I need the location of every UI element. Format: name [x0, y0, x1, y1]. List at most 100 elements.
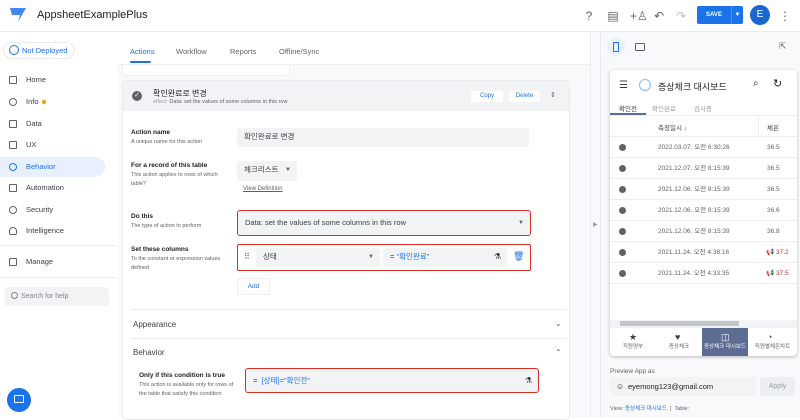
menu-icon[interactable]: ☰: [619, 80, 628, 91]
apply-button[interactable]: Apply: [760, 377, 795, 396]
table-row[interactable]: 2021.12.06. 오전 8:15:39 36.6: [610, 200, 797, 221]
tablet-view-icon[interactable]: [635, 43, 645, 51]
sidebar-item-home[interactable]: Home: [0, 70, 105, 90]
more-vert-icon[interactable]: ⋮: [778, 9, 792, 23]
row-temp: 36.5: [767, 165, 780, 172]
table-row[interactable]: 2021.12.07. 오전 8:15:39 36.5: [610, 158, 797, 179]
deploy-status-button[interactable]: Not Deployed: [3, 42, 75, 59]
search-placeholder: Search for help: [21, 293, 69, 300]
sidebar-item-behavior[interactable]: Behavior: [0, 157, 105, 177]
value-expression-input[interactable]: = "확인완료" ⚗: [383, 248, 507, 267]
sidebar-item-info[interactable]: Info: [0, 92, 105, 112]
avatar[interactable]: E: [750, 5, 770, 25]
preview-tab-2[interactable]: 검사중: [694, 103, 712, 113]
expression-text: "확인완료": [396, 252, 430, 261]
tab-workflow[interactable]: Workflow: [176, 47, 207, 56]
undo-icon[interactable]: ↶: [652, 9, 666, 23]
separator: |: [669, 406, 672, 412]
row-date: 2021.12.07. 오전 8:15:39: [658, 165, 730, 172]
alert-megaphone-icon: 📢: [766, 249, 775, 256]
chevron-down-icon[interactable]: ⌄: [555, 319, 562, 328]
bottom-nav-item[interactable]: ♥ 증상체크: [656, 328, 702, 356]
column-header-date[interactable]: 측정일시 ↓: [658, 122, 687, 132]
row-date: 2021.11.24. 오전 4:38:16: [658, 249, 730, 256]
drag-handle-icon[interactable]: ⠿: [244, 252, 250, 261]
star-icon: ★: [629, 332, 638, 342]
table-row[interactable]: 2022.03.07. 오전 6:30:26 36.5: [610, 137, 797, 158]
equals-sign: =: [253, 376, 258, 385]
do-this-select[interactable]: Data: set the values of some columns in …: [237, 210, 531, 236]
bottom-nav-item-active[interactable]: ◫ 증상체크 대시보드: [702, 328, 748, 356]
condition-expression-input[interactable]: = [상태]="확인전" ⚗: [245, 368, 539, 393]
table-label: Table:: [674, 406, 690, 412]
delete-column-icon[interactable]: 🗑: [513, 251, 524, 262]
add-column-button[interactable]: Add: [237, 278, 270, 295]
bottom-nav-item[interactable]: ◔ 직원별체온차트: [748, 328, 797, 356]
expression-flask-icon[interactable]: ⚗: [525, 369, 532, 392]
action-card-header[interactable]: ✓ 확인완료로 변경 effect: Data: set the values …: [123, 81, 569, 111]
row-date: 2022.03.07. 오전 6:30:26: [658, 144, 730, 151]
horizontal-scrollbar[interactable]: [610, 320, 797, 327]
preview-tab-1[interactable]: 확인완료: [652, 103, 676, 113]
tab-offline-sync[interactable]: Offline/Sync: [279, 47, 319, 56]
tab-actions[interactable]: Actions: [130, 47, 155, 56]
chat-icon: [14, 395, 24, 403]
sidebar-item-ux[interactable]: UX: [0, 135, 105, 155]
panel-resize-handle[interactable]: ▶: [590, 32, 601, 417]
mobile-view-button[interactable]: [607, 38, 625, 56]
expression-flask-icon[interactable]: ⚗: [494, 248, 501, 266]
sidebar-item-label: Automation: [26, 183, 64, 192]
bottom-nav-label: 증상체크: [668, 344, 690, 350]
chevron-up-icon[interactable]: ⌃: [555, 348, 562, 357]
table-select[interactable]: 체크리스트 ▼: [237, 161, 297, 181]
search-help-input[interactable]: Search for help: [5, 287, 109, 306]
save-dropdown-icon[interactable]: ▼: [731, 6, 743, 24]
view-link[interactable]: 증상체크 대시보드: [625, 406, 667, 412]
save-label[interactable]: SAVE: [697, 6, 731, 24]
behavior-section[interactable]: Behavior: [133, 348, 165, 357]
collapse-arrow-icon[interactable]: ▶: [593, 221, 598, 228]
robot-icon: [9, 184, 17, 192]
sidebar-item-data[interactable]: Data: [0, 114, 105, 134]
expand-collapse-icon[interactable]: ⇕: [550, 91, 556, 99]
column-header-temp[interactable]: 체온: [767, 122, 779, 132]
search-icon[interactable]: ⌕: [753, 78, 759, 89]
sidebar-item-label: Security: [26, 205, 54, 214]
redo-icon[interactable]: ↷: [674, 9, 688, 23]
sidebar-item-security[interactable]: Security: [0, 200, 105, 220]
editor-panel: Actions Workflow Reports Offline/Sync ✓ …: [118, 32, 590, 420]
previous-action-card[interactable]: [122, 65, 290, 76]
table-row[interactable]: 2021.12.06. 오전 8:15:39 36.8: [610, 221, 797, 242]
bottom-nav-item[interactable]: ★ 직원명부: [610, 328, 656, 356]
appearance-section[interactable]: Appearance: [133, 320, 176, 329]
not-deployed-icon: [9, 45, 19, 55]
scrollbar-thumb[interactable]: [620, 321, 739, 326]
condition-help: This action is available only for rows o…: [139, 382, 234, 397]
preview-tab-0[interactable]: 확인전: [619, 103, 637, 113]
table-row[interactable]: 2021.11.24. 오전 4:38:16 📢 37.2: [610, 242, 797, 263]
docs-icon[interactable]: ▤: [606, 9, 620, 23]
sidebar-item-automation[interactable]: Automation: [0, 178, 105, 198]
action-effect: effect: Data: set the values of some col…: [153, 99, 287, 105]
bottom-nav: ★ 직원명부 ♥ 증상체크 ◫ 증상체크 대시보드 ◔ 직원별체온차트: [610, 327, 797, 356]
delete-button[interactable]: Delete: [509, 91, 540, 102]
save-button[interactable]: SAVE ▼: [697, 6, 743, 24]
table-row[interactable]: 2021.12.06. 오전 8:15:39 36.5: [610, 179, 797, 200]
effect-text: Data: set the values of some columns in …: [169, 99, 288, 105]
action-name-input[interactable]: 확인완료로 변경: [237, 128, 529, 147]
add-user-icon[interactable]: +♙: [630, 9, 648, 23]
row-temp: 37.2: [776, 249, 789, 256]
table-row[interactable]: 2021.11.24. 오전 4:33:35 📢 37.5: [610, 263, 797, 284]
chat-button[interactable]: [7, 388, 31, 412]
view-definition-link[interactable]: View Definition: [243, 186, 283, 192]
preview-as-input[interactable]: ☺ eyemong123@gmail.com: [610, 377, 756, 396]
refresh-icon[interactable]: ↻: [773, 77, 782, 90]
copy-button[interactable]: Copy: [471, 91, 503, 102]
ux-icon: [9, 141, 17, 149]
tab-reports[interactable]: Reports: [230, 47, 256, 56]
sidebar-item-manage[interactable]: Manage: [0, 252, 105, 272]
open-external-icon[interactable]: ⇱: [779, 41, 787, 52]
help-icon[interactable]: ?: [582, 9, 596, 23]
column-select[interactable]: 상태 ▼: [256, 248, 380, 267]
sidebar-item-intelligence[interactable]: Intelligence: [0, 221, 105, 241]
